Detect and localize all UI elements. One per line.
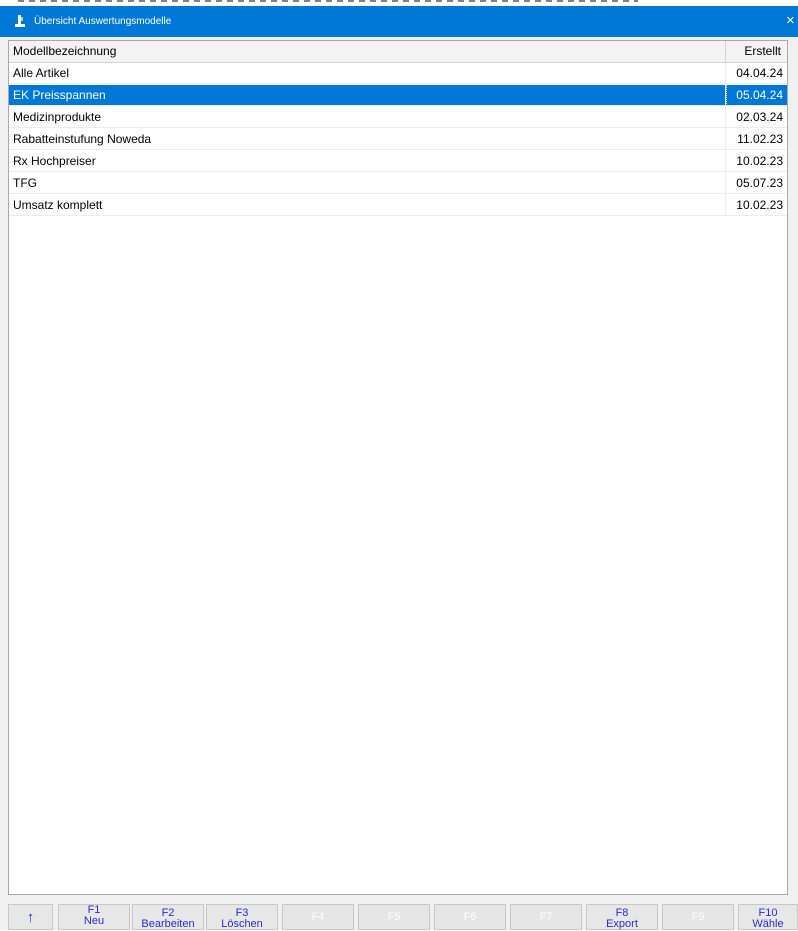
- f6-key: F6: [463, 911, 477, 923]
- table-row[interactable]: Alle Artikel 04.04.24: [9, 63, 787, 85]
- f1-label: Neu: [83, 915, 105, 927]
- table-row[interactable]: Rx Hochpreiser 10.02.23: [9, 151, 787, 173]
- row-name: EK Preisspannen: [9, 85, 726, 106]
- f2-edit-button[interactable]: F2 Bearbeiten: [132, 904, 204, 930]
- f4-key: F4: [311, 911, 325, 923]
- table-row[interactable]: Medizinprodukte 02.03.24: [9, 107, 787, 129]
- f2-label: Bearbeiten: [141, 918, 195, 930]
- f1-highlight: F1 Neu: [59, 905, 129, 927]
- table-row-selected[interactable]: EK Preisspannen 05.04.24: [9, 85, 787, 107]
- f5-key: F5: [387, 911, 401, 923]
- table-row[interactable]: TFG 05.07.23: [9, 173, 787, 195]
- row-name: TFG: [9, 173, 726, 194]
- row-date: 04.04.24: [726, 63, 787, 84]
- row-name: Rx Hochpreiser: [9, 151, 726, 172]
- row-date: 02.03.24: [726, 107, 787, 128]
- up-arrow-button[interactable]: ↑: [8, 904, 53, 930]
- f3-label: Löschen: [221, 918, 263, 930]
- close-icon[interactable]: ×: [786, 12, 798, 30]
- f9-key: F9: [691, 911, 705, 923]
- row-date: 10.02.23: [726, 195, 787, 216]
- f4-button: F4: [282, 904, 354, 930]
- model-list[interactable]: Modellbezeichnung Erstellt Alle Artikel …: [8, 40, 788, 895]
- window-titlebar[interactable]: Übersicht Auswertungsmodelle ×: [0, 6, 798, 37]
- row-date: 11.02.23: [726, 129, 787, 150]
- f10-label: Wähle: [752, 918, 784, 930]
- column-header-erstellt[interactable]: Erstellt: [726, 41, 787, 62]
- row-name: Alle Artikel: [9, 63, 726, 84]
- f8-label: Export: [606, 918, 638, 930]
- window-title: Übersicht Auswertungsmodelle: [34, 16, 172, 27]
- row-name: Umsatz komplett: [9, 195, 726, 216]
- f7-key: F7: [539, 911, 553, 923]
- f7-button: F7: [510, 904, 582, 930]
- table-row[interactable]: Rabatteinstufung Noweda 11.02.23: [9, 129, 787, 151]
- list-rows: Alle Artikel 04.04.24 EK Preisspannen 05…: [9, 63, 787, 217]
- f6-button: F6: [434, 904, 506, 930]
- f8-export-button[interactable]: F8 Export: [586, 904, 658, 930]
- f5-button: F5: [358, 904, 430, 930]
- column-header-modellbezeichnung[interactable]: Modellbezeichnung: [9, 41, 726, 62]
- row-date: 05.07.23: [726, 173, 787, 194]
- row-name: Medizinprodukte: [9, 107, 726, 128]
- row-date: 05.04.24: [726, 85, 787, 106]
- f1-new-button[interactable]: F1 Neu: [58, 904, 130, 930]
- f10-select-button[interactable]: F10 Wähle: [738, 904, 798, 930]
- list-header: Modellbezeichnung Erstellt: [9, 41, 787, 63]
- table-row[interactable]: Umsatz komplett 10.02.23: [9, 195, 787, 217]
- f3-delete-button[interactable]: F3 Löschen: [206, 904, 278, 930]
- app-icon: [15, 15, 25, 27]
- row-date: 10.02.23: [726, 151, 787, 172]
- background-window-text: [18, 0, 638, 2]
- function-key-bar: ↑ F1 Neu F2 Bearbeiten F3 Löschen F4 F5 …: [8, 904, 798, 930]
- row-name: Rabatteinstufung Noweda: [9, 129, 726, 150]
- up-arrow-icon: ↑: [26, 909, 35, 926]
- f9-button: F9: [662, 904, 734, 930]
